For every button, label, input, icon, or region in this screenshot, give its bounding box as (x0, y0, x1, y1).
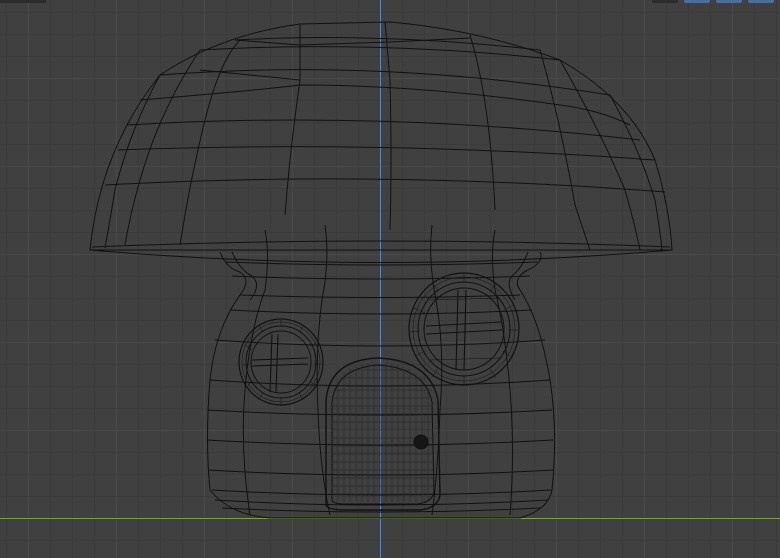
house-body[interactable] (206, 224, 556, 519)
display-mode-icon[interactable] (716, 0, 742, 3)
snap-icon[interactable] (684, 0, 710, 3)
3d-viewport[interactable] (0, 0, 780, 558)
viewport-label-tab[interactable] (0, 0, 46, 3)
mushroom-cap[interactable] (89, 21, 673, 263)
window-left[interactable] (238, 318, 324, 406)
wireframe-mesh[interactable] (0, 0, 780, 558)
viewport-toolbar (652, 0, 780, 3)
maximize-icon[interactable] (748, 0, 774, 3)
door-knob[interactable] (413, 434, 429, 450)
view-options-icon[interactable] (652, 0, 678, 3)
door[interactable] (325, 357, 441, 511)
